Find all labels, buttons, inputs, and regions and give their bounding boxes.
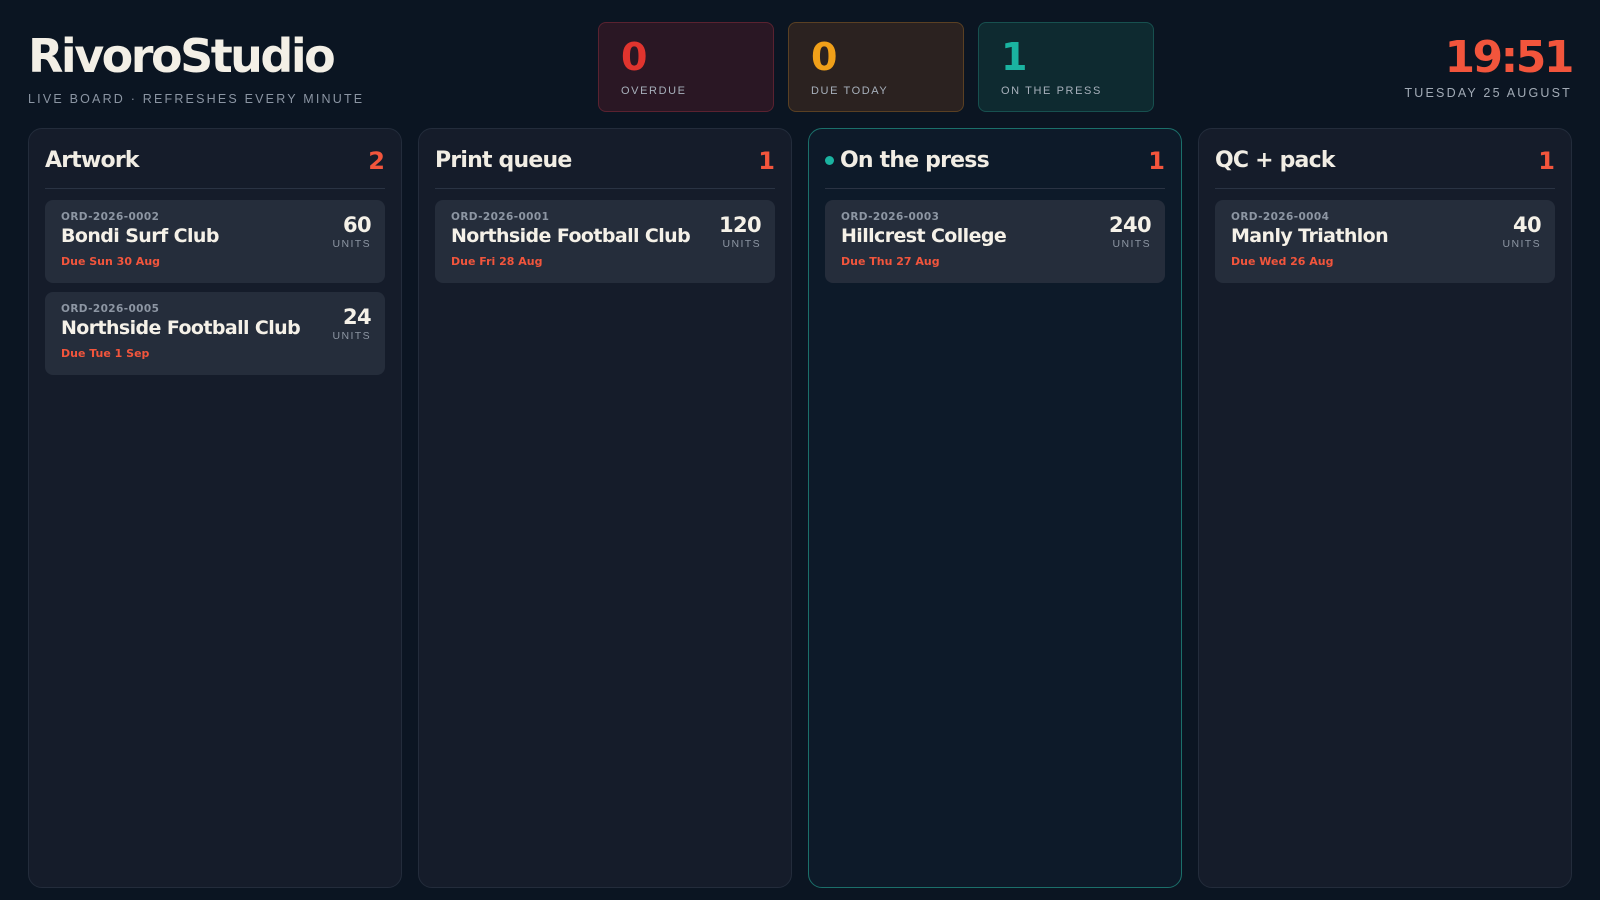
- stat-overdue-value: 0: [621, 35, 647, 79]
- order-id: ORD-2026-0004: [1231, 211, 1330, 223]
- quantity-value: 40: [1512, 213, 1542, 237]
- quantity-unit: UNITS: [1502, 238, 1541, 250]
- column-artwork: Artwork 2 ORD-2026-0002 Bondi Surf Club …: [28, 128, 402, 888]
- order-id: ORD-2026-0002: [61, 211, 160, 223]
- stat-overdue: 0 OVERDUE: [598, 22, 774, 112]
- stat-on-press-label: ON THE PRESS: [1001, 85, 1102, 97]
- order-card[interactable]: ORD-2026-0002 Bondi Surf Club Due Sun 30…: [45, 200, 385, 283]
- brand-logo-text: RivoroStudio: [28, 29, 336, 83]
- order-due: Due Tue 1 Sep: [61, 347, 150, 360]
- order-due: Due Fri 28 Aug: [451, 255, 543, 268]
- quantity-value: 60: [342, 213, 372, 237]
- quantity-unit: UNITS: [1112, 238, 1151, 250]
- quantity-value: 240: [1108, 213, 1152, 237]
- stats-bar: 0 OVERDUE 0 DUE TODAY 1 ON THE PRESS: [598, 22, 1154, 112]
- column-header: QC + pack 1: [1215, 129, 1555, 189]
- order-quantity: 60 UNITS: [333, 212, 372, 250]
- order-customer: Manly Triathlon: [1231, 225, 1389, 247]
- order-due: Due Sun 30 Aug: [61, 255, 161, 268]
- quantity-unit: UNITS: [722, 238, 761, 250]
- order-due: Due Thu 27 Aug: [841, 255, 940, 268]
- column-count: 1: [1538, 146, 1555, 175]
- order-card[interactable]: ORD-2026-0001 Northside Football Club Du…: [435, 200, 775, 283]
- stat-due-today: 0 DUE TODAY: [788, 22, 964, 112]
- order-id: ORD-2026-0003: [841, 211, 940, 223]
- order-card[interactable]: ORD-2026-0005 Northside Football Club Du…: [45, 292, 385, 375]
- column-header: Artwork 2: [45, 129, 385, 189]
- column-qc-pack: QC + pack 1 ORD-2026-0004 Manly Triathlo…: [1198, 128, 1572, 888]
- column-title: Artwork: [45, 148, 140, 173]
- order-customer: Northside Football Club: [61, 317, 301, 339]
- stat-overdue-label: OVERDUE: [621, 85, 687, 97]
- column-header: On the press 1: [825, 129, 1165, 189]
- order-customer: Bondi Surf Club: [61, 225, 219, 247]
- order-quantity: 40 UNITS: [1503, 212, 1542, 250]
- card-list: ORD-2026-0004 Manly Triathlon Due Wed 26…: [1215, 189, 1555, 283]
- column-title: On the press: [825, 148, 990, 173]
- stat-due-today-value: 0: [811, 35, 837, 79]
- live-dot-icon: [825, 156, 834, 165]
- stat-on-press: 1 ON THE PRESS: [978, 22, 1154, 112]
- quantity-unit: UNITS: [332, 330, 371, 342]
- order-quantity: 120 UNITS: [718, 212, 762, 250]
- stat-on-press-value: 1: [1001, 35, 1027, 79]
- quantity-value: 24: [342, 305, 372, 329]
- column-count: 1: [1148, 146, 1165, 175]
- clock-date: TUESDAY 25 AUGUST: [1404, 86, 1572, 100]
- column-header: Print queue 1: [435, 129, 775, 189]
- clock-time: 19:51: [1444, 32, 1574, 83]
- column-count: 1: [758, 146, 775, 175]
- column-title: QC + pack: [1215, 148, 1335, 173]
- clock: 19:51 TUESDAY 25 AUGUST: [1404, 30, 1574, 100]
- order-customer: Northside Football Club: [451, 225, 691, 247]
- order-card[interactable]: ORD-2026-0004 Manly Triathlon Due Wed 26…: [1215, 200, 1555, 283]
- kanban-board: Artwork 2 ORD-2026-0002 Bondi Surf Club …: [28, 128, 1572, 888]
- column-print-queue: Print queue 1 ORD-2026-0001 Northside Fo…: [418, 128, 792, 888]
- column-title-text: On the press: [840, 148, 990, 173]
- card-list: ORD-2026-0001 Northside Football Club Du…: [435, 189, 775, 283]
- quantity-value: 120: [718, 213, 762, 237]
- column-on-the-press: On the press 1 ORD-2026-0003 Hillcrest C…: [808, 128, 1182, 888]
- order-quantity: 24 UNITS: [333, 304, 372, 342]
- board-subtitle: LIVE BOARD · REFRESHES EVERY MINUTE: [28, 92, 365, 106]
- order-card[interactable]: ORD-2026-0003 Hillcrest College Due Thu …: [825, 200, 1165, 283]
- card-list: ORD-2026-0002 Bondi Surf Club Due Sun 30…: [45, 189, 385, 375]
- order-id: ORD-2026-0001: [451, 211, 550, 223]
- stat-due-today-label: DUE TODAY: [811, 85, 889, 97]
- column-title: Print queue: [435, 148, 572, 173]
- order-quantity: 240 UNITS: [1108, 212, 1152, 250]
- column-count: 2: [368, 146, 385, 175]
- card-list: ORD-2026-0003 Hillcrest College Due Thu …: [825, 189, 1165, 283]
- brand: RivoroStudio LIVE BOARD · REFRESHES EVER…: [28, 28, 364, 106]
- order-id: ORD-2026-0005: [61, 303, 160, 315]
- quantity-unit: UNITS: [332, 238, 371, 250]
- order-customer: Hillcrest College: [841, 225, 1007, 247]
- order-due: Due Wed 26 Aug: [1231, 255, 1334, 268]
- header: RivoroStudio LIVE BOARD · REFRESHES EVER…: [0, 0, 1600, 120]
